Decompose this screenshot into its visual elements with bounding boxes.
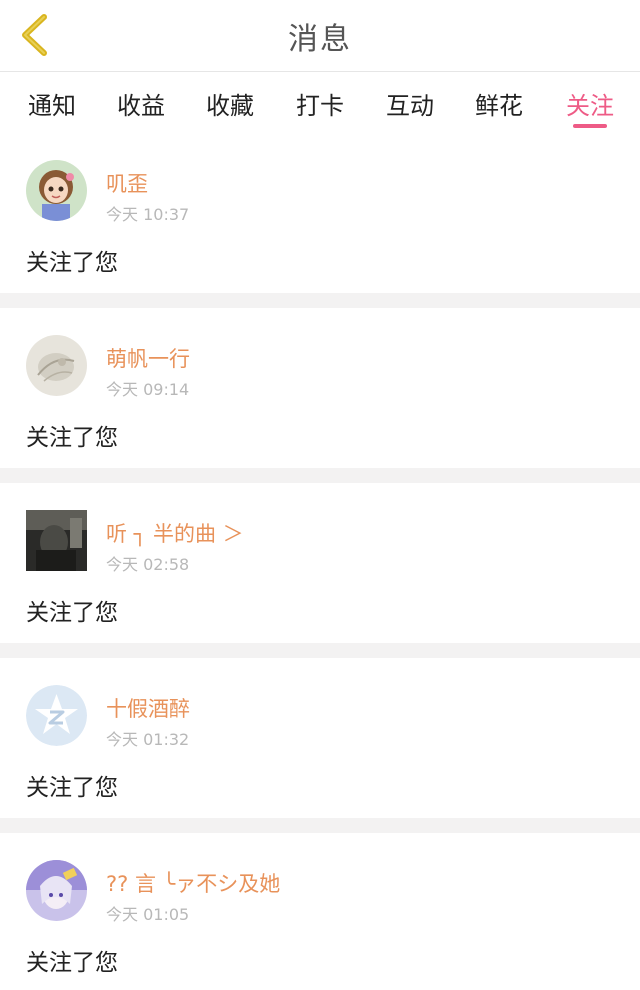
message-text: 关注了您 <box>26 600 118 626</box>
sketch-avatar-icon <box>26 335 87 396</box>
user-name[interactable]: 萌帆一行 <box>106 343 190 373</box>
divider <box>0 643 640 658</box>
message-text: 关注了您 <box>26 250 118 276</box>
timestamp: 今天 01:05 <box>106 905 190 924</box>
timestamp: 今天 02:58 <box>106 555 190 574</box>
timestamp: 今天 10:37 <box>106 205 190 224</box>
list-item[interactable]: ?? 言 ╰ァ不シ及她 今天 01:05 关注了您 <box>0 833 640 990</box>
top-bar: 消息 <box>0 0 640 72</box>
divider <box>0 468 640 483</box>
avatar[interactable] <box>26 860 87 921</box>
avatar[interactable] <box>26 160 87 221</box>
active-tab-indicator <box>573 124 607 128</box>
message-text: 关注了您 <box>26 950 118 976</box>
cartoon-girl-avatar-icon <box>26 160 87 221</box>
avatar[interactable] <box>26 510 87 571</box>
message-text: 关注了您 <box>26 425 118 451</box>
list-item[interactable]: 萌帆一行 今天 09:14 关注了您 <box>0 308 640 468</box>
page-title: 消息 <box>288 22 352 57</box>
divider <box>0 818 640 833</box>
tab-bar: 通知 收益 收藏 打卡 互动 鲜花 关注 <box>0 73 640 133</box>
message-list: 叽歪 今天 10:37 关注了您 萌帆一行 今天 09:14 关注了您 听 ┐ … <box>0 133 640 990</box>
list-item[interactable]: 叽歪 今天 10:37 关注了您 <box>0 133 640 293</box>
avatar[interactable] <box>26 335 87 396</box>
tab-flowers[interactable]: 鲜花 <box>459 73 539 133</box>
tab-interaction[interactable]: 互动 <box>370 73 450 133</box>
default-qzone-avatar-icon <box>26 685 87 746</box>
anime-avatar-icon <box>26 860 87 921</box>
message-text: 关注了您 <box>26 775 118 801</box>
list-item[interactable]: 听 ┐ 半的曲 ＞ 今天 02:58 关注了您 <box>0 483 640 643</box>
tab-favorites[interactable]: 收藏 <box>190 73 270 133</box>
divider <box>0 293 640 308</box>
avatar[interactable] <box>26 685 87 746</box>
tab-checkin[interactable]: 打卡 <box>280 73 360 133</box>
user-name[interactable]: 叽歪 <box>106 168 148 198</box>
timestamp: 今天 01:32 <box>106 730 190 749</box>
dark-photo-avatar-icon <box>26 510 87 571</box>
tab-earnings[interactable]: 收益 <box>101 73 181 133</box>
user-name[interactable]: 听 ┐ 半的曲 ＞ <box>106 518 244 548</box>
timestamp: 今天 09:14 <box>106 380 190 399</box>
user-name[interactable]: 十假酒醉 <box>106 693 190 723</box>
list-item[interactable]: 十假酒醉 今天 01:32 关注了您 <box>0 658 640 818</box>
tab-notifications[interactable]: 通知 <box>12 73 92 133</box>
user-name[interactable]: ?? 言 ╰ァ不シ及她 <box>106 868 280 898</box>
